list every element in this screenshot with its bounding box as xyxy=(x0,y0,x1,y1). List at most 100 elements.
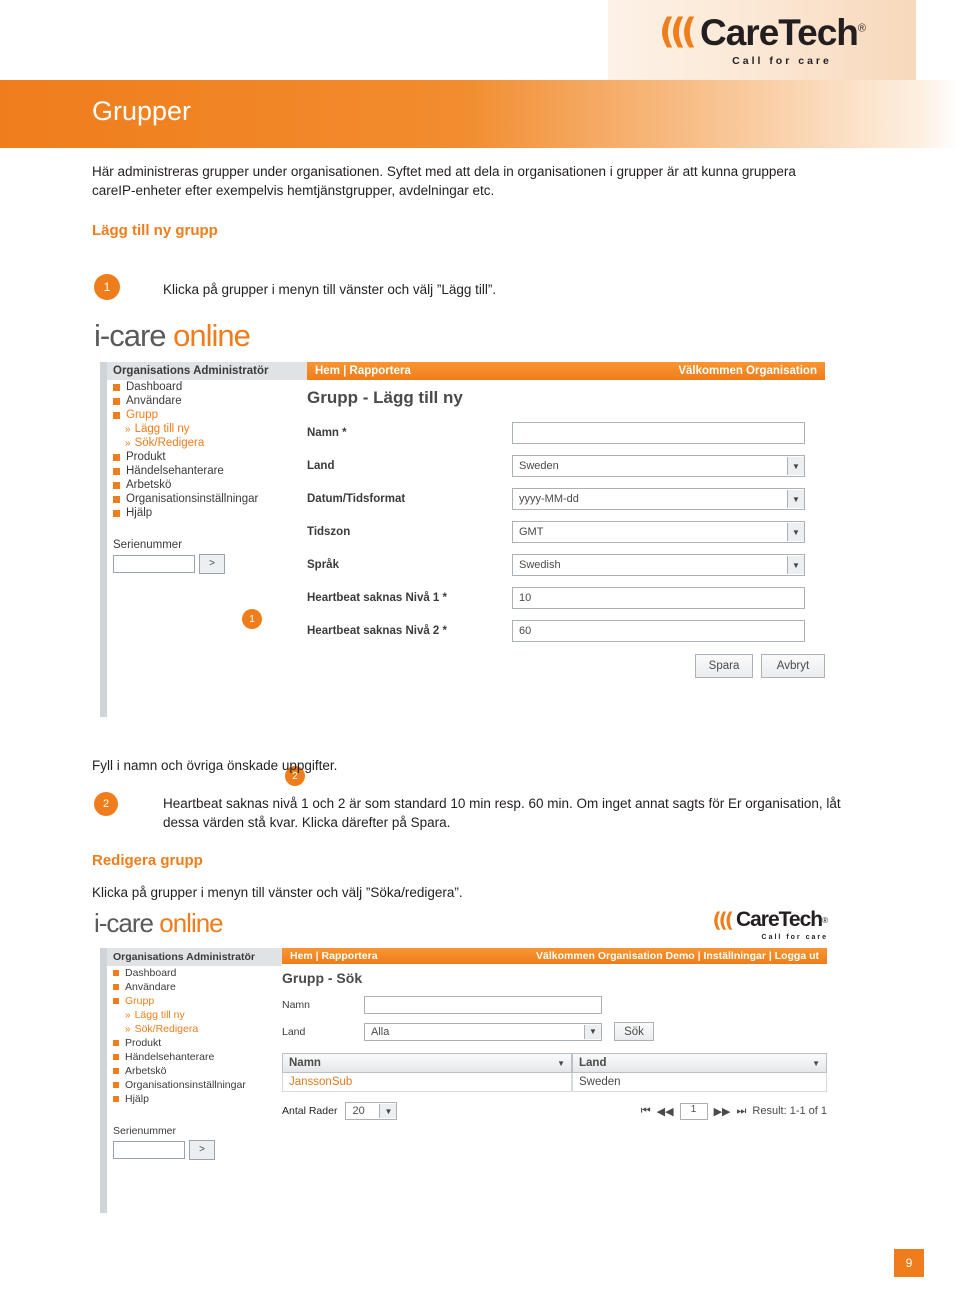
search-button[interactable]: Sök xyxy=(614,1022,654,1041)
sidebar-item-hjalp[interactable]: Hjälp xyxy=(107,506,307,520)
sidebar-item-dashboard[interactable]: Dashboard xyxy=(107,966,282,980)
fill-in-name-text: Fyll i namn och övriga önskade uppgifter… xyxy=(92,758,338,773)
chevron-down-icon[interactable]: ▼ xyxy=(379,1104,397,1118)
caretech-chevrons-icon: ((( xyxy=(712,908,734,932)
step-1-text: Klicka på grupper i menyn till vänster o… xyxy=(163,282,497,297)
last-page-icon[interactable]: ⏭ xyxy=(737,1105,747,1118)
step-2-badge: 2 xyxy=(94,792,118,816)
topnav-left-links[interactable]: Hem | Rapportera xyxy=(290,950,378,962)
sidebar-item-lagg-till-ny[interactable]: » Lägg till ny xyxy=(107,1008,282,1022)
sidebar-item-grupp[interactable]: Grupp xyxy=(107,994,282,1008)
app-topnav: Hem | Rapportera Välkommen Organisation xyxy=(307,362,825,380)
sidebar-item-organisationsinstallningar[interactable]: Organisationsinställningar xyxy=(107,492,307,506)
serial-number-go-button[interactable]: > xyxy=(189,1140,215,1160)
serial-number-section-2: Serienummer > xyxy=(107,1120,282,1164)
field-input-namn-search[interactable] xyxy=(364,996,602,1014)
sidebar-item-grupp[interactable]: Grupp xyxy=(107,408,307,422)
prev-page-icon[interactable]: ◀◀ xyxy=(657,1105,674,1118)
chevron-down-icon[interactable]: ▼ xyxy=(787,523,804,541)
rows-per-page-value: 20 xyxy=(352,1105,365,1117)
field-label-datumtidsformat: Datum/Tidsformat xyxy=(307,493,406,505)
field-select-land[interactable]: Sweden ▼ xyxy=(512,455,805,477)
sidebar-item-produkt[interactable]: Produkt xyxy=(107,1036,282,1050)
next-page-icon[interactable]: ▶▶ xyxy=(714,1105,731,1118)
sidebar-item-handelsehanterare[interactable]: Händelsehanterare xyxy=(107,464,307,478)
cancel-button[interactable]: Avbryt xyxy=(761,654,825,678)
first-page-icon[interactable]: ⏮ xyxy=(641,1105,651,1118)
sidebar-item-sok-redigera[interactable]: » Sök/Redigera xyxy=(107,1022,282,1036)
sidebar-item-label: Organisationsinställningar xyxy=(125,1079,246,1091)
callout-marker-1: 1 xyxy=(242,609,262,629)
grid-column-header-namn[interactable]: Namn ▼ xyxy=(282,1053,572,1073)
square-bullet-icon xyxy=(113,481,120,489)
sidebar-item-handelsehanterare[interactable]: Händelsehanterare xyxy=(107,1050,282,1064)
chevron-down-icon[interactable]: ▼ xyxy=(812,1059,820,1068)
sidebar-item-label: Lägg till ny xyxy=(134,423,190,435)
caretech-logo-2: ((( CareTech ® Call for care xyxy=(713,908,828,941)
field-input-heartbeat-niva-2[interactable]: 60 xyxy=(512,620,805,642)
screenshot-search-group: i-care online ((( CareTech ® Call for ca… xyxy=(92,908,832,1218)
field-select-sprak[interactable]: Swedish ▼ xyxy=(512,554,805,576)
serial-number-input[interactable] xyxy=(113,1141,185,1159)
sidebar-item-label: Hjälp xyxy=(125,1093,149,1105)
chevron-down-icon[interactable]: ▼ xyxy=(584,1024,601,1039)
field-label-heartbeat-niva-2: Heartbeat saknas Nivå 2 * xyxy=(307,625,447,637)
form-page-title: Grupp - Lägg till ny xyxy=(307,388,463,407)
caretech-tagline: Call for care xyxy=(761,934,828,941)
square-bullet-icon xyxy=(113,495,120,503)
rows-per-page-select[interactable]: 20 ▼ xyxy=(345,1102,398,1120)
sidebar-item-arbetsko[interactable]: Arbetskö xyxy=(107,478,307,492)
sidebar-item-hjalp[interactable]: Hjälp xyxy=(107,1092,282,1106)
save-button[interactable]: Spara xyxy=(695,654,753,678)
sidebar-item-label: Sök/Redigera xyxy=(134,1023,199,1035)
page-title-band: Grupper xyxy=(0,80,960,148)
sidebar-item-organisationsinstallningar[interactable]: Organisationsinställningar xyxy=(107,1078,282,1092)
field-input-heartbeat-niva-1[interactable]: 10 xyxy=(512,587,805,609)
field-label-sprak: Språk xyxy=(307,559,339,571)
serial-number-section: Serienummer > xyxy=(107,534,307,578)
caretech-logo: ((( CareTech® Call for care xyxy=(608,0,916,80)
chevron-right-icon: » xyxy=(125,423,131,435)
grid-cell-namn[interactable]: JanssonSub xyxy=(282,1073,572,1092)
square-bullet-icon xyxy=(113,383,120,391)
field-select-datumtidsformat[interactable]: yyyy-MM-dd ▼ xyxy=(512,488,805,510)
sidebar-item-anvandare[interactable]: Användare xyxy=(107,394,307,408)
sidebar-item-arbetsko[interactable]: Arbetskö xyxy=(107,1064,282,1078)
sidebar-item-lagg-till-ny[interactable]: » Lägg till ny xyxy=(107,422,307,436)
chevron-down-icon[interactable]: ▼ xyxy=(557,1059,565,1068)
grid-cell-land: Sweden xyxy=(572,1073,827,1092)
registered-trademark-icon: ® xyxy=(822,915,828,925)
step-1-badge: 1 xyxy=(94,274,120,300)
section-heading-edit-group: Redigera grupp xyxy=(92,852,203,869)
sidebar-item-label: Händelsehanterare xyxy=(125,1051,215,1063)
sidebar-item-label: Dashboard xyxy=(125,967,177,979)
chevron-down-icon[interactable]: ▼ xyxy=(787,556,804,574)
chevron-down-icon[interactable]: ▼ xyxy=(787,457,804,475)
field-label-namn: Namn * xyxy=(307,427,347,439)
topnav-left-links[interactable]: Hem | Rapportera xyxy=(315,365,411,377)
page-number-input[interactable]: 1 xyxy=(679,1102,708,1120)
sidebar-item-produkt[interactable]: Produkt xyxy=(107,450,307,464)
field-input-namn[interactable] xyxy=(512,422,805,444)
sidebar-item-sok-redigera[interactable]: » Sök/Redigera xyxy=(107,436,307,450)
grid-column-label: Namn xyxy=(289,1057,321,1069)
field-value-datumtidsformat: yyyy-MM-dd xyxy=(519,493,579,505)
field-label-land-search: Land xyxy=(282,1025,306,1038)
field-select-tidszon[interactable]: GMT ▼ xyxy=(512,521,805,543)
square-bullet-icon xyxy=(113,1096,119,1102)
field-select-land-search[interactable]: Alla ▼ xyxy=(364,1022,602,1041)
sidebar-item-dashboard[interactable]: Dashboard xyxy=(107,380,307,394)
pager: ⏮ ◀◀ 1 ▶▶ ⏭ Result: 1-1 of 1 xyxy=(641,1102,827,1120)
top-brand-bar: ((( CareTech® Call for care xyxy=(0,0,960,80)
section-heading-add-group: Lägg till ny grupp xyxy=(92,222,218,239)
online-logo-text: online xyxy=(159,908,223,938)
topnav-welcome-text[interactable]: Välkommen Organisation Demo | Inställnin… xyxy=(536,950,819,962)
chevron-down-icon[interactable]: ▼ xyxy=(787,490,804,508)
sidebar-item-anvandare[interactable]: Användare xyxy=(107,980,282,994)
screenshot-add-group: i-care online Organisations Administratö… xyxy=(92,318,832,786)
grid-column-header-land[interactable]: Land ▼ xyxy=(572,1053,827,1073)
serial-number-go-button[interactable]: > xyxy=(199,554,225,574)
square-bullet-icon xyxy=(113,970,119,976)
sidebar-item-label: Dashboard xyxy=(126,381,183,393)
serial-number-input[interactable] xyxy=(113,555,195,573)
